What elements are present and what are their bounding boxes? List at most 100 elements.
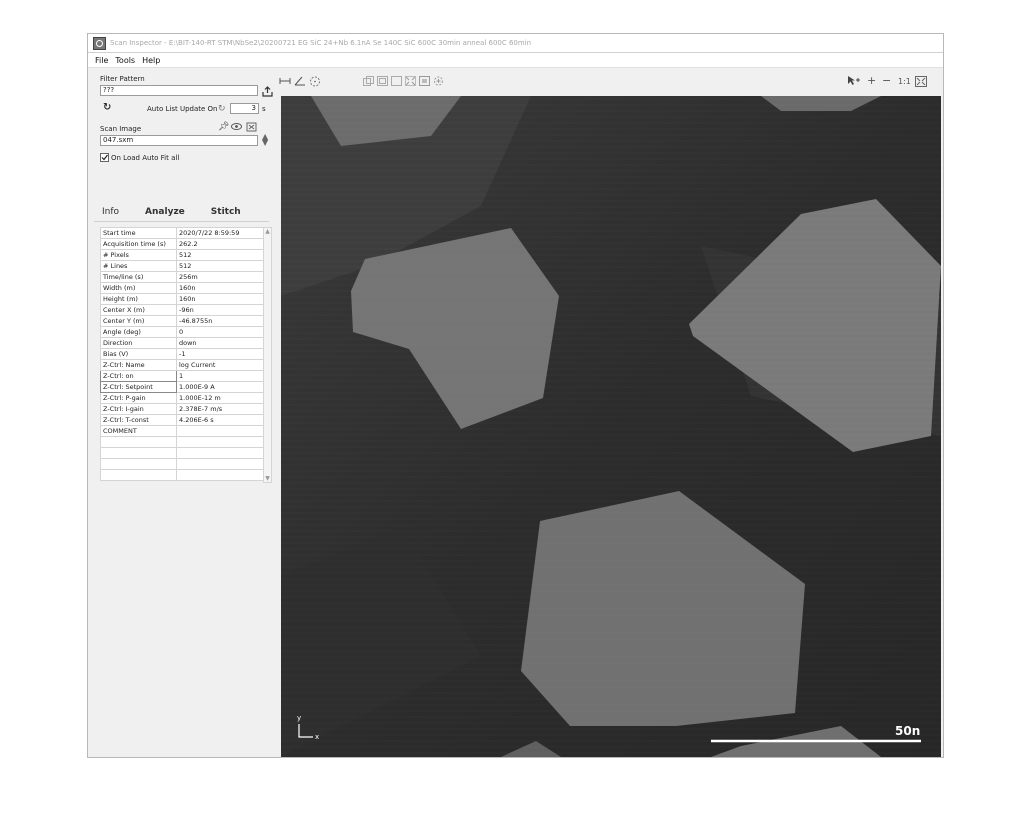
menu-help[interactable]: Help bbox=[142, 56, 160, 65]
table-row[interactable]: COMMENT bbox=[100, 425, 264, 437]
expand-icon[interactable] bbox=[405, 76, 416, 89]
tab-stitch[interactable]: Stitch bbox=[193, 207, 249, 221]
info-value[interactable]: 1.000E-9 A bbox=[176, 381, 264, 393]
table-row[interactable]: Z-Ctrl: Name log Current bbox=[100, 359, 264, 371]
info-table: Start time 2020/7/22 8:59:59 Acquisition t… bbox=[100, 227, 264, 481]
scan-image-select[interactable]: 047.sxm bbox=[100, 135, 258, 146]
angle-icon[interactable] bbox=[294, 76, 306, 89]
info-key: COMMENT bbox=[100, 425, 177, 437]
window-title: Scan Inspector - E:\BIT-140-RT STM\NbSe2… bbox=[110, 39, 532, 47]
refresh-icon[interactable]: ↻ bbox=[103, 103, 111, 113]
info-value[interactable]: 262.2 bbox=[176, 238, 264, 250]
auto-list-update-label: Auto List Update On bbox=[147, 105, 218, 113]
table-row[interactable]: Angle (deg) 0 bbox=[100, 326, 264, 338]
table-row[interactable] bbox=[100, 436, 264, 448]
info-value[interactable]: 2.378E-7 m/s bbox=[176, 403, 264, 415]
spinner-arrows-icon[interactable]: ▲ ▼ bbox=[262, 133, 268, 147]
info-value[interactable]: -96n bbox=[176, 304, 264, 316]
table-row[interactable]: Time/line (s) 256m bbox=[100, 271, 264, 283]
info-value[interactable]: log Current bbox=[176, 359, 264, 371]
info-value[interactable]: 512 bbox=[176, 260, 264, 272]
info-value[interactable] bbox=[176, 469, 264, 481]
table-row[interactable]: Acquisition time (s) 262.2 bbox=[100, 238, 264, 250]
menu-file[interactable]: File bbox=[95, 56, 108, 65]
info-value[interactable]: 160n bbox=[176, 282, 264, 294]
table-row[interactable]: Z-Ctrl: Setpoint 1.000E-9 A bbox=[100, 381, 264, 393]
table-row[interactable]: Z-Ctrl: I-gain 2.378E-7 m/s bbox=[100, 403, 264, 415]
sidebar-tabs: Info Analyze Stitch bbox=[94, 207, 269, 222]
info-key: Width (m) bbox=[100, 282, 177, 294]
scroll-down-icon[interactable]: ▼ bbox=[264, 475, 271, 482]
zoom-out-button[interactable]: − bbox=[882, 75, 891, 86]
info-value[interactable]: -1 bbox=[176, 348, 264, 360]
filter-pattern-input[interactable]: ??? bbox=[100, 85, 258, 96]
layout-icon-1[interactable] bbox=[363, 76, 374, 89]
export-icon[interactable] bbox=[262, 86, 273, 100]
region-icon[interactable] bbox=[309, 76, 321, 90]
info-key: Center X (m) bbox=[100, 304, 177, 316]
table-row[interactable]: Bias (V) -1 bbox=[100, 348, 264, 360]
menu-bar: File Tools Help bbox=[88, 53, 943, 68]
info-key: Z-Ctrl: P-gain bbox=[100, 392, 177, 404]
info-value[interactable]: 2020/7/22 8:59:59 bbox=[176, 227, 264, 239]
layout-icon-3[interactable] bbox=[391, 76, 402, 89]
auto-update-interval-input[interactable]: 3 bbox=[230, 103, 259, 114]
zoom-actual-button[interactable]: 1:1 bbox=[898, 77, 911, 87]
scale-bar-label: 50n bbox=[895, 724, 921, 738]
fit-view-icon[interactable] bbox=[419, 76, 430, 89]
info-key: Z-Ctrl: I-gain bbox=[100, 403, 177, 415]
table-row[interactable]: # Pixels 512 bbox=[100, 249, 264, 261]
scroll-up-icon[interactable]: ▲ bbox=[264, 228, 271, 235]
info-value[interactable]: 4.206E-6 s bbox=[176, 414, 264, 426]
info-value[interactable]: 1.000E-12 m bbox=[176, 392, 264, 404]
info-key bbox=[100, 458, 177, 470]
pin-icon[interactable]: 📌︎ bbox=[218, 122, 229, 132]
table-row[interactable]: Width (m) 160n bbox=[100, 282, 264, 294]
info-value[interactable] bbox=[176, 447, 264, 459]
info-value[interactable]: 160n bbox=[176, 293, 264, 305]
cursor-icon[interactable] bbox=[847, 75, 861, 89]
autofit-label: On Load Auto Fit all bbox=[111, 154, 180, 162]
table-row[interactable]: Start time 2020/7/22 8:59:59 bbox=[100, 227, 264, 239]
info-key: # Pixels bbox=[100, 249, 177, 261]
axis-x-label: x bbox=[315, 733, 320, 741]
info-scrollbar[interactable]: ▲ ▼ bbox=[263, 227, 272, 483]
fit-icon[interactable] bbox=[246, 122, 257, 135]
autofit-checkbox[interactable] bbox=[100, 153, 109, 165]
table-row[interactable]: Z-Ctrl: on 1 bbox=[100, 370, 264, 382]
info-value[interactable] bbox=[176, 458, 264, 470]
layout-icon-2[interactable] bbox=[377, 76, 388, 89]
stm-topography-image bbox=[281, 96, 941, 757]
info-key: Start time bbox=[100, 227, 177, 239]
spin-icon[interactable]: ↻ bbox=[218, 104, 226, 114]
info-value[interactable]: -46.8755n bbox=[176, 315, 264, 327]
info-value[interactable]: 256m bbox=[176, 271, 264, 283]
table-row[interactable] bbox=[100, 469, 264, 481]
info-value[interactable]: down bbox=[176, 337, 264, 349]
tab-info[interactable]: Info bbox=[94, 207, 127, 221]
tab-analyze[interactable]: Analyze bbox=[127, 207, 193, 221]
table-row[interactable]: Height (m) 160n bbox=[100, 293, 264, 305]
info-value[interactable]: 512 bbox=[176, 249, 264, 261]
info-value[interactable] bbox=[176, 436, 264, 448]
scan-image-viewport[interactable]: 50n y x bbox=[281, 96, 941, 757]
zoom-in-button[interactable]: + bbox=[867, 75, 876, 86]
table-row[interactable] bbox=[100, 458, 264, 470]
table-row[interactable]: # Lines 512 bbox=[100, 260, 264, 272]
table-row[interactable]: Direction down bbox=[100, 337, 264, 349]
info-value[interactable] bbox=[176, 425, 264, 437]
info-key: Z-Ctrl: T-const bbox=[100, 414, 177, 426]
table-row[interactable]: Z-Ctrl: P-gain 1.000E-12 m bbox=[100, 392, 264, 404]
table-row[interactable] bbox=[100, 447, 264, 459]
zoom-fit-icon[interactable] bbox=[915, 76, 927, 90]
info-key: Z-Ctrl: Setpoint bbox=[100, 381, 177, 393]
menu-tools[interactable]: Tools bbox=[115, 56, 135, 65]
table-row[interactable]: Center X (m) -96n bbox=[100, 304, 264, 316]
info-value[interactable]: 0 bbox=[176, 326, 264, 338]
measure-icon[interactable] bbox=[279, 76, 291, 89]
table-row[interactable]: Center Y (m) -46.8755n bbox=[100, 315, 264, 327]
table-row[interactable]: Z-Ctrl: T-const 4.206E-6 s bbox=[100, 414, 264, 426]
target-icon[interactable] bbox=[433, 76, 444, 89]
eye-icon[interactable] bbox=[231, 122, 242, 134]
info-value[interactable]: 1 bbox=[176, 370, 264, 382]
